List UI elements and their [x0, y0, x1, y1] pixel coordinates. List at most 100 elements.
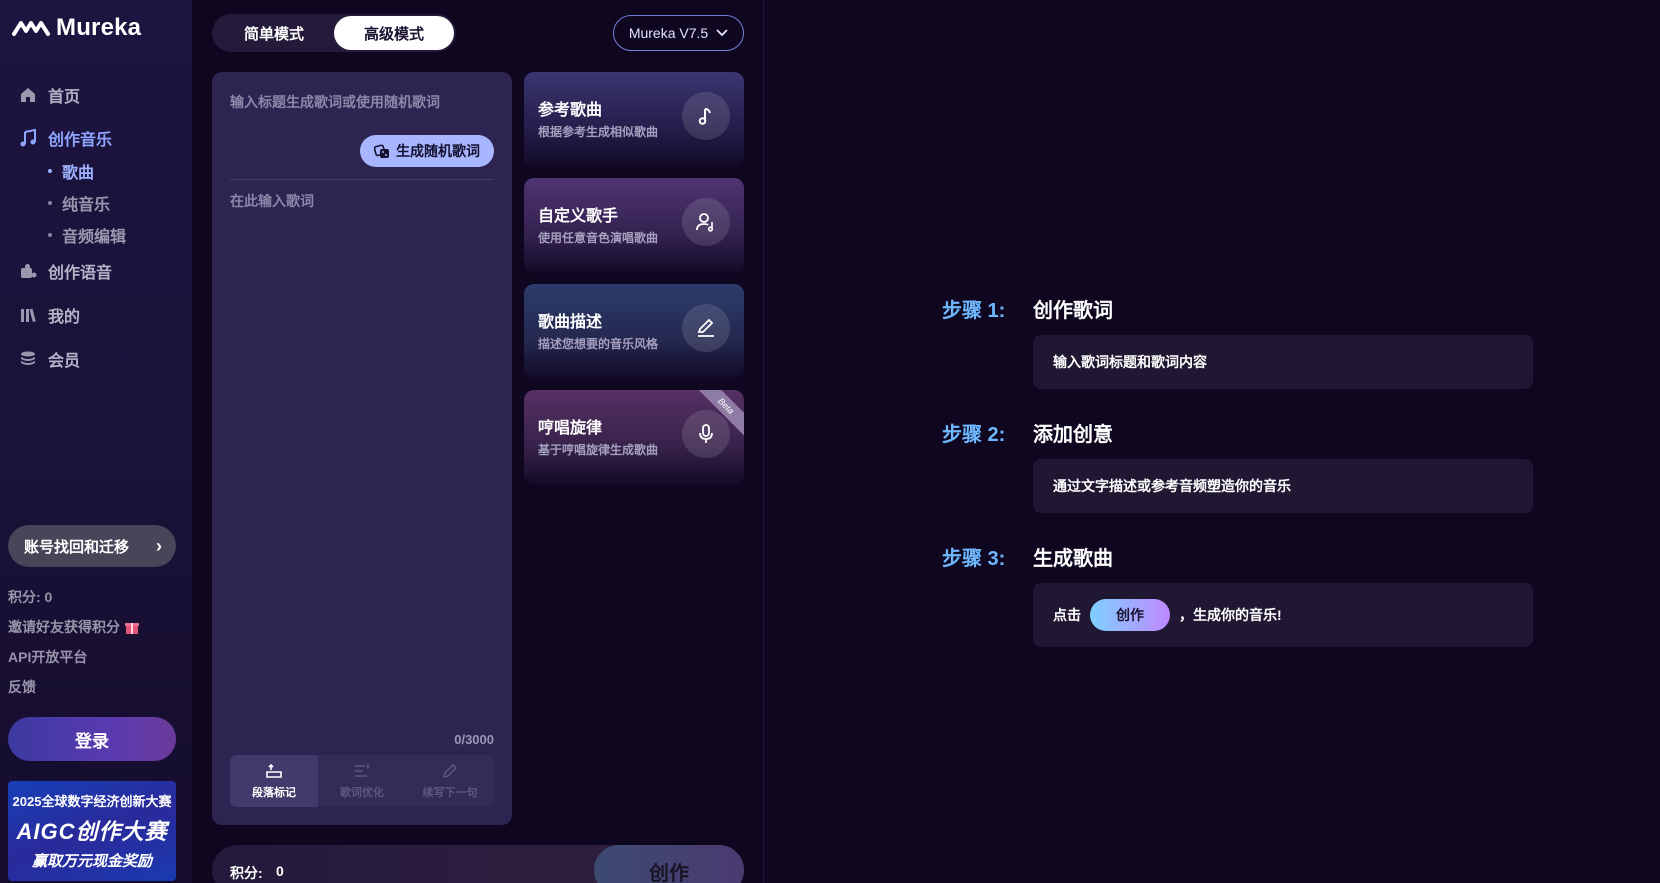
- dice-icon: [374, 144, 389, 158]
- version-label: Mureka V7.5: [628, 25, 709, 41]
- step-2-box: 通过文字描述或参考音频塑造你的音乐: [1033, 459, 1533, 513]
- lyrics-textarea[interactable]: 在此输入歌词: [230, 191, 314, 211]
- random-lyrics-label: 生成随机歌词: [396, 143, 480, 159]
- tool-label: 歌词优化: [340, 787, 384, 799]
- chevron-down-icon: [716, 29, 728, 37]
- tool-label: 续写下一句: [422, 787, 478, 799]
- section-marker-button[interactable]: 段落标记: [230, 755, 318, 807]
- api-platform-link[interactable]: API开放平台: [8, 647, 87, 667]
- home-icon: [21, 88, 35, 102]
- card-icon-circle: [682, 304, 730, 352]
- pencil-icon: [442, 763, 458, 779]
- divider: [230, 179, 494, 180]
- bottom-bar: 积分: 0 创作: [212, 845, 744, 883]
- points-label: 积分:: [230, 865, 263, 881]
- promo-banner[interactable]: 2025全球数字经济创新大赛 AIGC创作大赛 赢取万元现金奖励: [8, 781, 176, 881]
- optimize-lyrics-button[interactable]: 歌词优化: [318, 755, 406, 807]
- logo-text: Mureka: [56, 14, 142, 41]
- step-1-box: 输入歌词标题和歌词内容: [1033, 335, 1533, 389]
- sub-item-instrumental[interactable]: 纯音乐: [48, 191, 110, 215]
- login-button[interactable]: 登录: [8, 717, 176, 761]
- song-description-card[interactable]: 歌曲描述 描述您想要的音乐风格: [524, 284, 744, 379]
- pencil-icon: [697, 318, 714, 337]
- reference-song-card[interactable]: 参考歌曲 根据参考生成相似歌曲: [524, 72, 744, 167]
- continue-line-button[interactable]: 续写下一句: [406, 755, 494, 807]
- nav-create-voice[interactable]: 创作语音: [18, 259, 112, 283]
- step-3-label: 步骤 3:: [942, 548, 1006, 570]
- create-button[interactable]: 创作: [594, 845, 744, 883]
- panel-divider: [763, 0, 764, 883]
- inline-create-button[interactable]: 创作: [1090, 599, 1170, 631]
- mureka-logo-icon: [12, 21, 50, 36]
- step-2-label: 步骤 2:: [942, 424, 1006, 446]
- bullet-dot: [48, 201, 52, 205]
- step-3-box: 点击 创作 ，生成你的音乐!: [1033, 583, 1533, 647]
- humming-melody-card[interactable]: 哼唱旋律 基于哼唱旋律生成歌曲 Beta: [524, 390, 744, 485]
- step-1-title: 创作歌词: [1033, 300, 1113, 322]
- singer-icon: [696, 213, 714, 232]
- banner-line3: 赢取万元现金奖励: [31, 853, 152, 870]
- sidebar: Mureka 首页 创作音乐 歌曲 纯音乐 音频编辑 创作语音 我的 会员 账号…: [0, 0, 192, 883]
- gift-icon: [125, 623, 139, 634]
- points-text: 积分: 0: [8, 589, 53, 605]
- random-lyrics-button[interactable]: 生成随机歌词: [360, 135, 494, 167]
- music-note-icon: [698, 108, 711, 125]
- card-icon-circle: [682, 198, 730, 246]
- nav-create-music[interactable]: 创作音乐: [18, 126, 112, 150]
- nav-mine-label: 我的: [48, 309, 81, 326]
- account-recovery-button[interactable]: 账号找回和迁移 ›: [8, 525, 176, 567]
- sub-item-label: 纯音乐: [62, 197, 111, 214]
- lyrics-toolbar: 段落标记 歌词优化 续写下一句: [230, 755, 494, 807]
- nav-mine[interactable]: 我的: [18, 303, 80, 327]
- feedback-link[interactable]: 反馈: [8, 677, 36, 697]
- version-select[interactable]: Mureka V7.5: [613, 15, 744, 51]
- invite-label: 邀请好友获得积分: [8, 619, 120, 635]
- card-title: 哼唱旋律: [538, 420, 603, 437]
- card-subtitle: 根据参考生成相似歌曲: [538, 125, 659, 139]
- card-icon-circle: [682, 410, 730, 458]
- nav-create-voice-label: 创作语音: [48, 265, 113, 282]
- bullet-dot: [48, 169, 52, 173]
- card-title: 参考歌曲: [538, 102, 603, 119]
- card-title: 歌曲描述: [538, 314, 603, 331]
- step-3-title: 生成歌曲: [1033, 548, 1113, 570]
- banner-line1: 2025全球数字经济创新大赛: [12, 794, 172, 809]
- sub-item-songs[interactable]: 歌曲: [48, 159, 94, 183]
- coins-icon: [21, 351, 35, 365]
- sub-item-label: 音频编辑: [62, 229, 127, 246]
- mode-toggle: 简单模式 高级模式: [212, 14, 456, 52]
- bullet-dot: [48, 233, 52, 237]
- banner-line2: AIGC创作大赛: [16, 819, 168, 844]
- nav-create-music-label: 创作音乐: [48, 132, 113, 149]
- title-input[interactable]: 输入标题生成歌词或使用随机歌词: [230, 92, 440, 112]
- account-recovery-label: 账号找回和迁移: [24, 538, 130, 556]
- voice-icon: [21, 264, 37, 278]
- sub-item-label: 歌曲: [62, 165, 95, 182]
- card-subtitle: 基于哼唱旋律生成歌曲: [538, 443, 659, 457]
- microphone-icon: [699, 424, 713, 443]
- nav-home[interactable]: 首页: [18, 83, 80, 107]
- card-subtitle: 描述您想要的音乐风格: [538, 337, 659, 351]
- advanced-mode-button[interactable]: 高级模式: [334, 16, 454, 50]
- step-3-prefix: 点击: [1053, 607, 1081, 623]
- sub-item-audio-edit[interactable]: 音频编辑: [48, 223, 126, 247]
- nav-home-label: 首页: [48, 89, 81, 106]
- nav-membership[interactable]: 会员: [18, 347, 80, 371]
- music-note-icon: [20, 128, 36, 147]
- step-3-suffix: ，生成你的音乐!: [1179, 607, 1282, 623]
- card-icon-circle: [682, 92, 730, 140]
- tool-label: 段落标记: [252, 787, 296, 799]
- custom-singer-card[interactable]: 自定义歌手 使用任意音色演唱歌曲: [524, 178, 744, 273]
- section-marker-icon: [266, 763, 282, 778]
- invite-link[interactable]: 邀请好友获得积分: [8, 617, 140, 637]
- step-1-text: 输入歌词标题和歌词内容: [1053, 354, 1207, 370]
- optimize-icon: [355, 764, 370, 777]
- simple-mode-button[interactable]: 简单模式: [214, 16, 334, 50]
- step-2-title: 添加创意: [1033, 424, 1113, 446]
- step-1-label: 步骤 1:: [942, 300, 1006, 322]
- nav-membership-label: 会员: [48, 353, 81, 370]
- points-value: 0: [276, 863, 284, 879]
- logo[interactable]: Mureka: [12, 14, 141, 42]
- card-title: 自定义歌手: [538, 208, 619, 225]
- character-counter: 0/3000: [454, 732, 494, 747]
